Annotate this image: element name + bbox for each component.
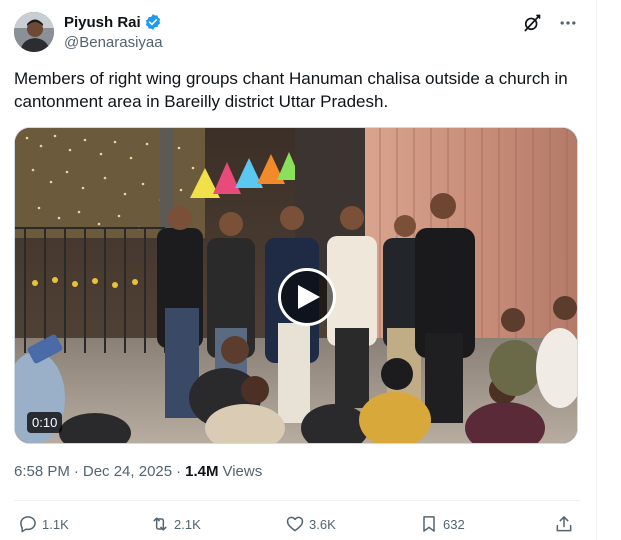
video-player[interactable]: 0:10 [14, 127, 578, 444]
like-button[interactable]: 3.6K [285, 512, 336, 536]
divider [14, 500, 580, 501]
video-duration-badge: 0:10 [27, 412, 63, 433]
header-actions [522, 12, 578, 34]
share-icon [554, 514, 574, 534]
reply-button[interactable]: 1.1K [18, 512, 69, 536]
tweet-meta: 6:58 PM · Dec 24, 2025 · 1.4M Views [14, 463, 262, 480]
tweet[interactable]: Piyush Rai @Benarasiyaa Members of right… [0, 0, 596, 540]
like-count: 3.6K [309, 516, 336, 532]
bookmark-button[interactable]: 632 [419, 512, 465, 536]
retweet-button[interactable]: 2.1K [150, 512, 201, 536]
reply-count: 1.1K [42, 516, 69, 532]
reply-icon [18, 514, 38, 534]
tweet-date[interactable]: Dec 24, 2025 [83, 463, 172, 480]
meta-separator: · [176, 463, 182, 480]
grok-icon[interactable] [522, 13, 542, 33]
views-label: Views [222, 463, 263, 480]
avatar[interactable] [14, 12, 54, 52]
more-icon[interactable] [558, 13, 578, 33]
play-icon [298, 285, 320, 309]
heart-icon [285, 514, 305, 534]
meta-separator: · [73, 463, 79, 480]
share-button[interactable] [554, 512, 578, 536]
play-button[interactable] [278, 268, 336, 326]
tweet-text: Members of right wing groups chant Hanum… [14, 69, 568, 111]
author-handle[interactable]: @Benarasiyaa [64, 34, 163, 51]
views-count[interactable]: 1.4M [185, 463, 218, 480]
verified-badge-icon [144, 13, 162, 31]
bookmark-count: 632 [443, 516, 465, 532]
retweet-icon [150, 514, 170, 534]
tweet-header: Piyush Rai @Benarasiyaa [14, 12, 580, 54]
timeline-border [596, 0, 597, 540]
author-block[interactable]: Piyush Rai @Benarasiyaa [64, 12, 163, 52]
retweet-count: 2.1K [174, 516, 201, 532]
tweet-actions: 1.1K 2.1K 3.6K 632 [14, 512, 580, 536]
tweet-time[interactable]: 6:58 PM [14, 463, 70, 480]
author-display-name[interactable]: Piyush Rai [64, 14, 141, 31]
bookmark-icon [419, 514, 439, 534]
